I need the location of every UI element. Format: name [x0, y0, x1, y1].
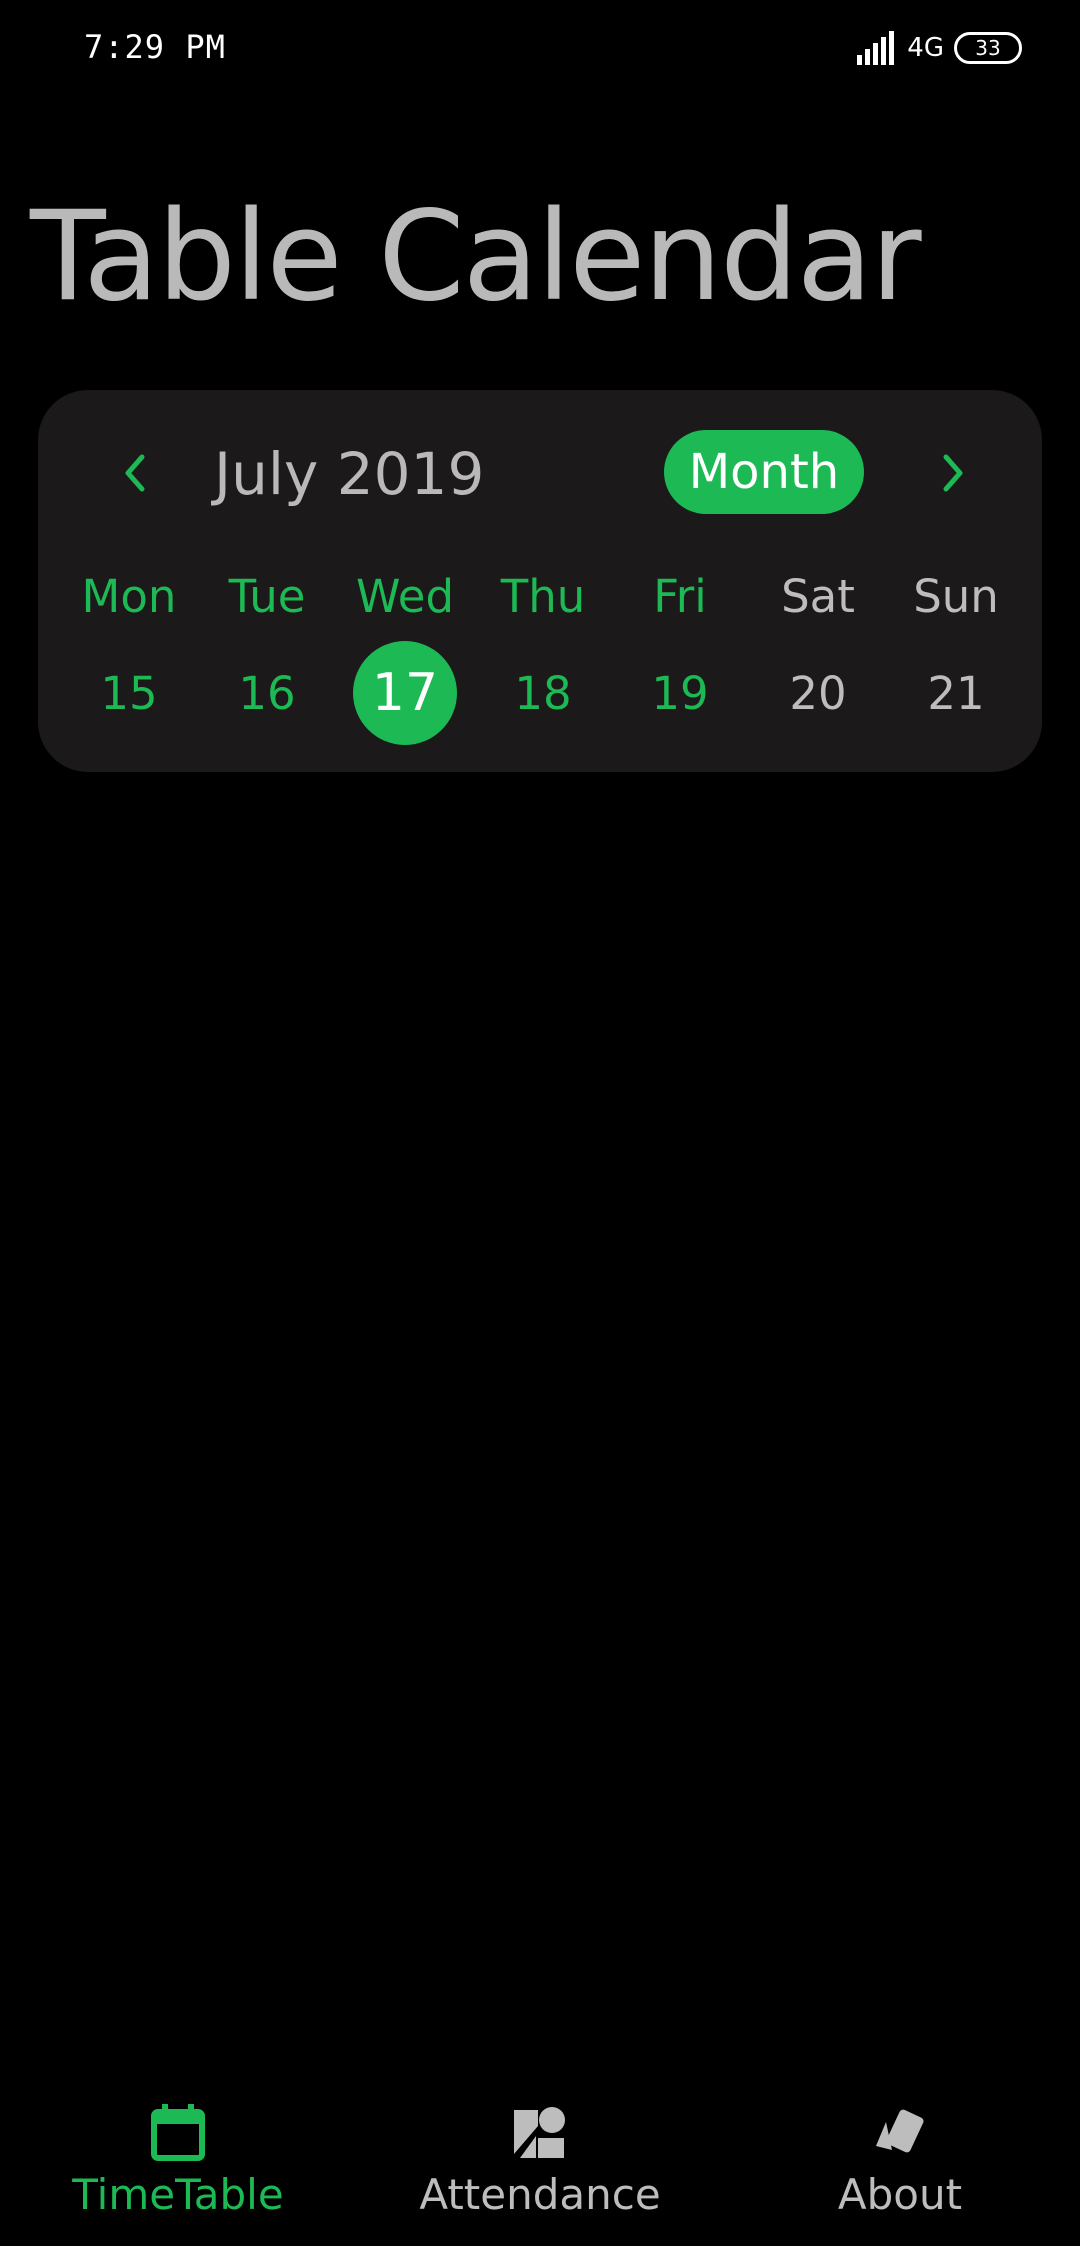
next-week-button[interactable]: [928, 448, 978, 498]
selected-day: 17: [353, 641, 457, 745]
day-number: 20: [789, 666, 847, 720]
day-number: 21: [927, 666, 985, 720]
day-cell-selected[interactable]: 17: [337, 638, 473, 748]
dow-fri: Fri: [653, 570, 707, 623]
nav-item-about[interactable]: About: [740, 2102, 1060, 2219]
chevron-right-icon: [943, 454, 963, 492]
status-time: 7:29 PM: [84, 28, 226, 66]
dow-tue: Tue: [228, 570, 306, 623]
signal-icon: [857, 31, 895, 65]
calendar-card: July 2019 Month Mon Tue Wed Thu Fri Sat …: [38, 390, 1042, 772]
attendance-icon: [514, 2107, 565, 2158]
format-toggle-button[interactable]: Month: [664, 430, 864, 514]
status-indicators: 4G 33: [857, 28, 1022, 68]
page-title: Table Calendar: [30, 185, 922, 329]
calendar-icon: [151, 2104, 205, 2161]
month-label[interactable]: July 2019: [214, 440, 484, 508]
dow-sat: Sat: [781, 570, 855, 623]
day-cell[interactable]: 19: [612, 638, 748, 748]
nav-label-about: About: [837, 2170, 963, 2219]
day-number: 18: [514, 666, 572, 720]
dow-wed: Wed: [355, 570, 455, 623]
bottom-navigation: TimeTable Attendance About: [0, 2090, 1080, 2246]
network-type: 4G: [907, 33, 944, 63]
cards-icon: [876, 2109, 924, 2153]
nav-item-attendance[interactable]: Attendance: [380, 2102, 700, 2219]
days-of-week-row: Mon Tue Wed Thu Fri Sat Sun: [38, 566, 1042, 626]
battery-level: 33: [975, 36, 1001, 60]
day-number: 16: [238, 666, 296, 720]
nav-label-timetable: TimeTable: [72, 2170, 284, 2219]
dow-thu: Thu: [500, 570, 586, 623]
day-cell[interactable]: 18: [475, 638, 611, 748]
app-screen: 7:29 PM 4G 33 Table Calendar July 2019 M…: [0, 0, 1080, 2246]
day-number: 19: [651, 666, 709, 720]
previous-week-button[interactable]: [110, 448, 160, 498]
day-cell[interactable]: 20: [750, 638, 886, 748]
day-cell[interactable]: 16: [199, 638, 335, 748]
nav-label-attendance: Attendance: [419, 2170, 661, 2219]
day-number: 15: [100, 666, 158, 720]
days-row: 15 16 17 18 19 20 21: [38, 638, 1042, 748]
nav-item-timetable[interactable]: TimeTable: [18, 2102, 338, 2219]
dow-mon: Mon: [81, 570, 177, 623]
day-cell[interactable]: 21: [888, 638, 1024, 748]
battery-icon: 33: [954, 32, 1022, 64]
chevron-left-icon: [125, 454, 145, 492]
status-bar: 7:29 PM 4G 33: [0, 0, 1080, 100]
day-cell[interactable]: 15: [61, 638, 197, 748]
dow-sun: Sun: [913, 570, 999, 623]
